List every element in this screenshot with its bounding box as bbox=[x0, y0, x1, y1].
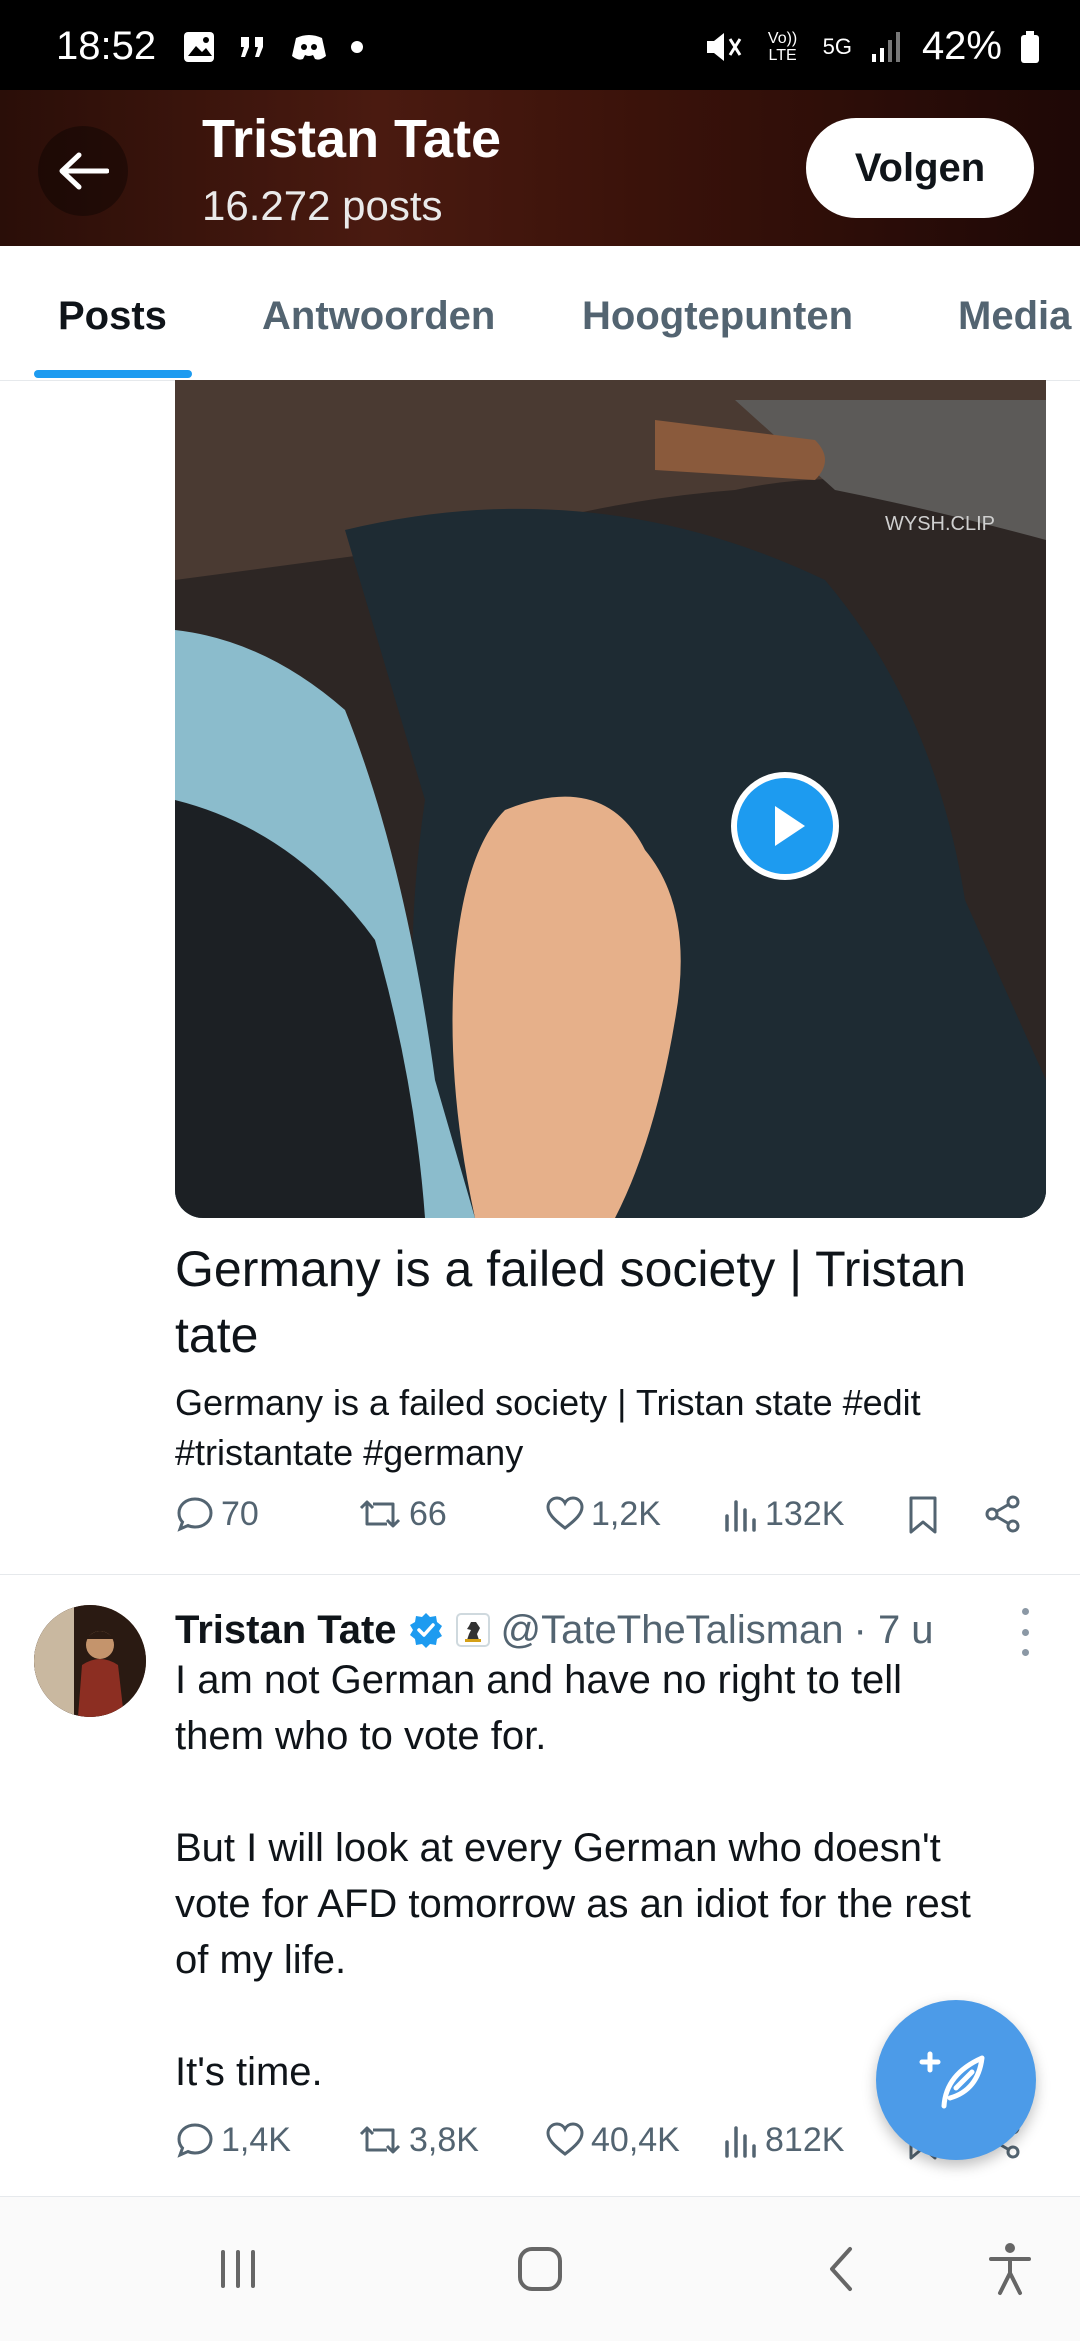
tweet-time: · 7 u bbox=[853, 1607, 934, 1652]
repost-count: 66 bbox=[409, 1494, 447, 1533]
repost-button[interactable]: 3,8K bbox=[357, 2120, 479, 2160]
tweet-text-line: vote for AFD tomorrow as an idiot for th… bbox=[175, 1882, 971, 1926]
reply-count: 70 bbox=[221, 1494, 259, 1533]
verified-badge-icon bbox=[409, 1613, 442, 1648]
bookmark-icon bbox=[909, 1496, 937, 1534]
reply-icon bbox=[177, 1497, 213, 1532]
recents-button[interactable] bbox=[158, 2197, 318, 2341]
volte-label: Vo)) LTE bbox=[767, 29, 798, 64]
quote-icon bbox=[241, 37, 263, 57]
dot-icon bbox=[351, 41, 363, 53]
post-count: 16.272 posts bbox=[202, 182, 443, 229]
heart-icon bbox=[546, 1496, 584, 1530]
accessibility-button[interactable] bbox=[930, 2197, 1080, 2341]
more-options-button[interactable] bbox=[1015, 1608, 1035, 1656]
heart-icon bbox=[546, 2122, 584, 2156]
compose-post-button[interactable] bbox=[876, 2000, 1036, 2160]
card-description-line-2: #tristantate #germany bbox=[175, 1432, 524, 1473]
compose-feather-icon bbox=[919, 2051, 985, 2109]
back-nav-button[interactable] bbox=[762, 2197, 922, 2341]
like-count: 40,4K bbox=[591, 2120, 680, 2159]
tweet-header: Tristan Tate @TateTheTalisman · 7 u bbox=[175, 1600, 1035, 1660]
like-button[interactable]: 40,4K bbox=[545, 2120, 680, 2160]
signal-icon bbox=[871, 31, 900, 62]
reply-button[interactable]: 1,4K bbox=[175, 2120, 291, 2160]
video-thumbnail[interactable]: WYSH.CLIP bbox=[175, 380, 1046, 1218]
affiliate-badge-icon bbox=[455, 1613, 490, 1647]
bookmark-button[interactable] bbox=[905, 1494, 941, 1536]
like-button[interactable]: 1,2K bbox=[545, 1494, 661, 1534]
views-count: 812K bbox=[765, 2120, 845, 2159]
tab-posts[interactable]: Posts bbox=[58, 294, 167, 339]
tab-media[interactable]: Media bbox=[958, 294, 1071, 339]
play-button[interactable] bbox=[731, 772, 839, 880]
follow-button[interactable]: Volgen bbox=[806, 118, 1034, 218]
reply-icon bbox=[177, 2123, 213, 2158]
repost-count: 3,8K bbox=[409, 2120, 479, 2159]
card-action-bar: 70 66 1,2K 132K bbox=[175, 1494, 1035, 1554]
tweet-text-line: I am not German and have no right to tel… bbox=[175, 1658, 903, 1702]
views-count: 132K bbox=[765, 1494, 845, 1533]
battery-icon bbox=[1021, 30, 1039, 63]
views-button[interactable]: 812K bbox=[723, 2120, 844, 2160]
tweet-text-line: them who to vote for. bbox=[175, 1714, 547, 1758]
back-button[interactable] bbox=[38, 126, 128, 216]
status-bar: 18:52 Vo)) LTE 5G 42% bbox=[0, 0, 1080, 90]
reply-count: 1,4K bbox=[221, 2120, 291, 2159]
profile-name: Tristan Tate bbox=[202, 109, 502, 169]
repost-button[interactable]: 66 bbox=[357, 1494, 447, 1534]
card-description: Germany is a failed society | Tristan st… bbox=[175, 1378, 1035, 1478]
tweet-text-line: of my life. bbox=[175, 1938, 347, 1982]
repost-icon bbox=[359, 2126, 401, 2154]
recents-icon bbox=[221, 2250, 255, 2288]
views-icon bbox=[725, 2126, 756, 2158]
network-label: 5G bbox=[822, 33, 852, 59]
video-frame-illustration: WYSH.CLIP bbox=[175, 380, 1046, 1218]
mute-icon bbox=[706, 32, 741, 61]
views-icon bbox=[725, 1500, 756, 1532]
card-title[interactable]: Germany is a failed society | Tristan ta… bbox=[175, 1236, 1035, 1368]
tweet-handle[interactable]: @TateTheTalisman bbox=[501, 1608, 844, 1653]
arrow-left-icon bbox=[59, 152, 109, 190]
views-button[interactable]: 132K bbox=[723, 1494, 844, 1534]
tweet-text-line: But I will look at every German who does… bbox=[175, 1826, 941, 1870]
battery-percent: 42% bbox=[921, 24, 1002, 68]
tab-highlights[interactable]: Hoogtepunten bbox=[582, 294, 853, 339]
play-icon bbox=[737, 778, 833, 874]
video-watermark: WYSH.CLIP bbox=[885, 513, 995, 535]
avatar[interactable] bbox=[34, 1605, 146, 1717]
share-button[interactable] bbox=[983, 1494, 1023, 1534]
status-time: 18:52 bbox=[56, 24, 157, 68]
discord-icon bbox=[292, 35, 326, 60]
tab-indicator bbox=[34, 370, 192, 378]
profile-header: Tristan Tate 16.272 posts Volgen bbox=[0, 90, 1080, 246]
tab-replies[interactable]: Antwoorden bbox=[262, 294, 495, 339]
accessibility-icon bbox=[989, 2243, 1031, 2295]
tweet-author-name[interactable]: Tristan Tate bbox=[175, 1608, 397, 1653]
home-button[interactable] bbox=[460, 2197, 620, 2341]
chevron-left-icon bbox=[830, 2247, 852, 2291]
profile-tabs: Posts Antwoorden Hoogtepunten Media bbox=[0, 246, 1080, 381]
repost-icon bbox=[359, 1500, 401, 1528]
avatar-image bbox=[34, 1605, 146, 1717]
gallery-icon bbox=[184, 32, 214, 62]
like-count: 1,2K bbox=[591, 1494, 661, 1533]
share-icon bbox=[985, 1495, 1020, 1533]
status-right: Vo)) LTE 5G 42% bbox=[703, 24, 1040, 69]
reply-button[interactable]: 70 bbox=[175, 1494, 259, 1534]
notification-icons bbox=[182, 30, 364, 64]
system-nav-bar bbox=[0, 2196, 1080, 2341]
home-icon bbox=[518, 2247, 562, 2291]
card-description-line-1: Germany is a failed society | Tristan st… bbox=[175, 1382, 921, 1423]
post-divider bbox=[0, 1574, 1080, 1575]
